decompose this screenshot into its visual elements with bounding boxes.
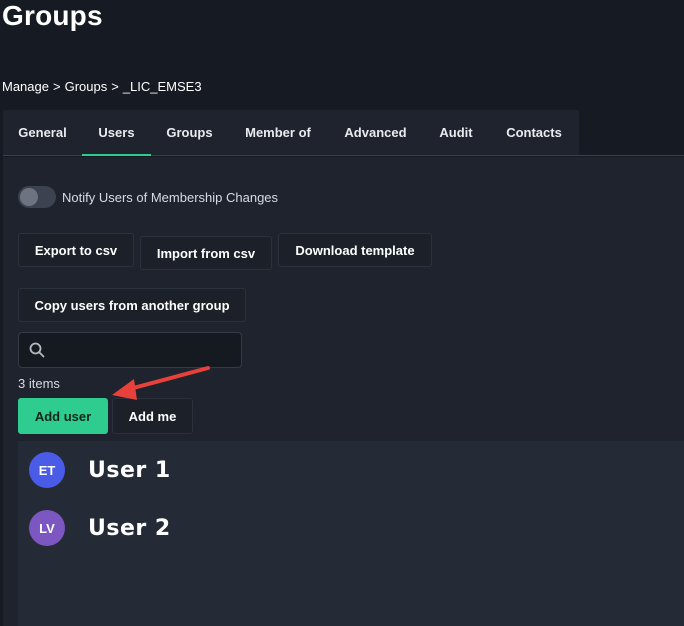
import-csv-button[interactable]: Import from csv	[140, 236, 272, 270]
avatar: ET	[29, 452, 65, 488]
tab-member-of[interactable]: Member of	[228, 110, 328, 155]
avatar: LV	[29, 510, 65, 546]
tab-contacts[interactable]: Contacts	[489, 110, 579, 155]
breadcrumb: Manage > Groups > _LIC_EMSE3	[2, 79, 202, 94]
add-me-button[interactable]: Add me	[112, 398, 193, 434]
notify-toggle-row: Notify Users of Membership Changes	[18, 186, 278, 208]
notify-toggle[interactable]	[18, 186, 56, 208]
search-field[interactable]	[18, 332, 242, 368]
tab-audit[interactable]: Audit	[423, 110, 489, 155]
notify-toggle-label: Notify Users of Membership Changes	[62, 189, 279, 205]
export-csv-button[interactable]: Export to csv	[18, 233, 134, 267]
add-user-button[interactable]: Add user	[18, 398, 108, 434]
list-item[interactable]: LV User 2	[29, 510, 171, 546]
users-list: ET User 1 LV User 2	[18, 441, 684, 626]
breadcrumb-separator: >	[111, 79, 119, 94]
search-input[interactable]	[53, 333, 239, 367]
tabs: General Users Groups Member of Advanced …	[3, 110, 579, 156]
items-count: 3 items	[18, 376, 60, 391]
tabs-bar: General Users Groups Member of Advanced …	[3, 110, 684, 156]
breadcrumb-item-groups[interactable]: Groups	[65, 79, 108, 94]
tab-users[interactable]: Users	[82, 110, 151, 156]
copy-users-button[interactable]: Copy users from another group	[18, 288, 246, 322]
breadcrumb-item-current: _LIC_EMSE3	[122, 79, 202, 94]
tab-advanced[interactable]: Advanced	[328, 110, 423, 155]
page-title: Groups	[2, 0, 103, 31]
list-item[interactable]: ET User 1	[29, 452, 171, 488]
breadcrumb-item-manage[interactable]: Manage	[2, 79, 49, 94]
search-icon	[29, 342, 45, 363]
user-name: User 1	[88, 457, 171, 483]
users-panel: Notify Users of Membership Changes Expor…	[3, 157, 684, 626]
breadcrumb-separator: >	[52, 79, 61, 94]
tab-general[interactable]: General	[3, 110, 82, 155]
download-template-button[interactable]: Download template	[278, 233, 432, 267]
tab-groups[interactable]: Groups	[151, 110, 228, 155]
user-name: User 2	[88, 515, 171, 541]
toggle-knob	[20, 188, 38, 206]
